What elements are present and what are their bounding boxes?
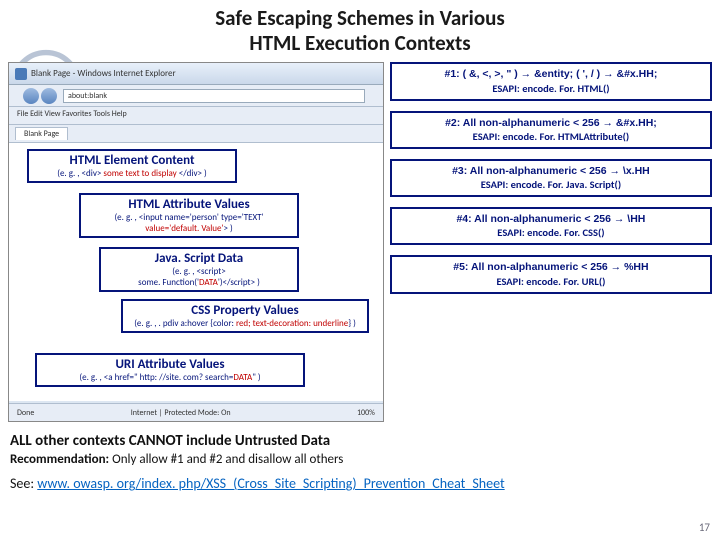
ie-icon <box>15 68 27 80</box>
browser-mock: Blank Page - Windows Internet Explorer a… <box>8 62 384 422</box>
forward-icon <box>41 88 57 104</box>
page-number: 17 <box>699 521 710 534</box>
browser-tab: Blank Page <box>15 127 68 140</box>
rule-3: #3: All non-alphanumeric < 256 → \x.HH E… <box>390 159 712 197</box>
slide-title: Safe Escaping Schemes in VariousHTML Exe… <box>0 0 720 60</box>
menu-bar: File Edit View Favorites Tools Help <box>9 107 383 125</box>
owasp-link[interactable]: www. owasp. org/index. php/XSS_(Cross_Si… <box>37 475 504 492</box>
rule-2: #2: All non-alphanumeric < 256 → &#x.HH;… <box>390 111 712 149</box>
tab-bar: Blank Page <box>9 125 383 143</box>
rule-1: #1: ( &, <, >, " ) → &entity; ( ', / ) →… <box>390 62 712 100</box>
context-uri: URI Attribute Values (e. g. , <a href=" … <box>35 353 305 387</box>
footer-line-2: Recommendation: Only allow #1 and #2 and… <box>10 452 710 467</box>
rule-5: #5: All non-alphanumeric < 256 → %HH ESA… <box>390 255 712 293</box>
browser-viewport: HTML Element Content (e. g. , <div> some… <box>9 143 383 401</box>
footer-line-1: ALL other contexts CANNOT include Untrus… <box>10 432 710 450</box>
address-bar-row: about:blank <box>9 85 383 107</box>
context-javascript: Java. Script Data (e. g. , <script>some.… <box>99 247 299 292</box>
context-css: CSS Property Values (e. g. , . pdiv a:ho… <box>121 299 369 333</box>
context-html-attribute: HTML Attribute Values (e. g. , <input na… <box>79 193 299 238</box>
rule-4: #4: All non-alphanumeric < 256 → \HH ESA… <box>390 207 712 245</box>
status-bar: Done Internet | Protected Mode: On 100% <box>9 403 383 421</box>
address-input: about:blank <box>63 89 365 103</box>
context-html-element: HTML Element Content (e. g. , <div> some… <box>27 149 237 183</box>
footer-line-3: See: www. owasp. org/index. php/XSS_(Cro… <box>10 475 710 492</box>
window-titlebar: Blank Page - Windows Internet Explorer <box>9 63 383 85</box>
back-icon <box>23 88 39 104</box>
